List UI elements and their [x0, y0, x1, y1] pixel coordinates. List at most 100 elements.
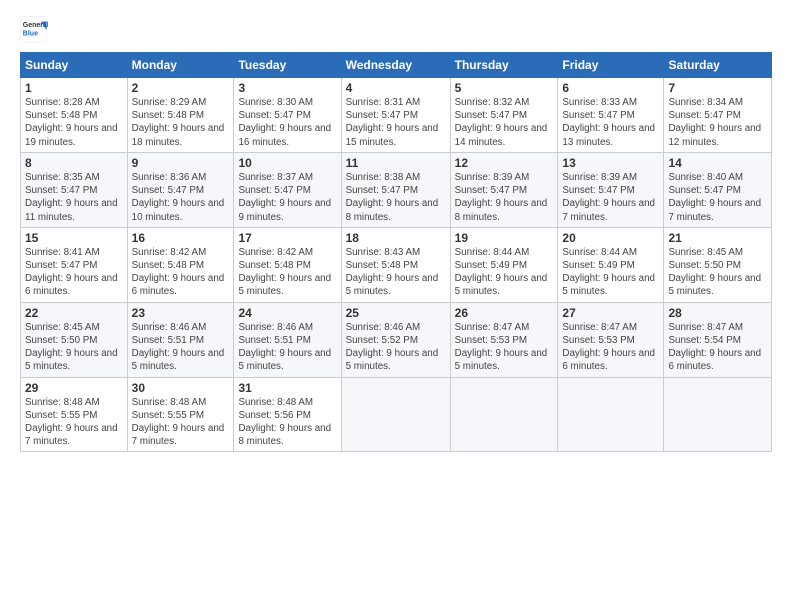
day-info: Sunrise: 8:37 AMSunset: 5:47 PMDaylight:…: [238, 171, 336, 224]
col-wednesday: Wednesday: [341, 53, 450, 78]
day-info: Sunrise: 8:28 AMSunset: 5:48 PMDaylight:…: [25, 96, 123, 149]
table-cell: 10 Sunrise: 8:37 AMSunset: 5:47 PMDaylig…: [234, 152, 341, 227]
table-cell: 8 Sunrise: 8:35 AMSunset: 5:47 PMDayligh…: [21, 152, 128, 227]
day-info: Sunrise: 8:32 AMSunset: 5:47 PMDaylight:…: [455, 96, 554, 149]
table-cell: 3 Sunrise: 8:30 AMSunset: 5:47 PMDayligh…: [234, 78, 341, 153]
table-cell: [664, 377, 772, 452]
day-number: 27: [562, 306, 659, 320]
calendar-table: Sunday Monday Tuesday Wednesday Thursday…: [20, 52, 772, 452]
day-number: 8: [25, 156, 123, 170]
calendar-row: 22 Sunrise: 8:45 AMSunset: 5:50 PMDaylig…: [21, 302, 772, 377]
day-info: Sunrise: 8:47 AMSunset: 5:54 PMDaylight:…: [668, 321, 767, 374]
calendar-row: 1 Sunrise: 8:28 AMSunset: 5:48 PMDayligh…: [21, 78, 772, 153]
table-cell: 31 Sunrise: 8:48 AMSunset: 5:56 PMDaylig…: [234, 377, 341, 452]
table-cell: 9 Sunrise: 8:36 AMSunset: 5:47 PMDayligh…: [127, 152, 234, 227]
table-cell: 28 Sunrise: 8:47 AMSunset: 5:54 PMDaylig…: [664, 302, 772, 377]
day-info: Sunrise: 8:42 AMSunset: 5:48 PMDaylight:…: [238, 246, 336, 299]
day-number: 7: [668, 81, 767, 95]
day-number: 18: [346, 231, 446, 245]
table-cell: [450, 377, 558, 452]
table-cell: 14 Sunrise: 8:40 AMSunset: 5:47 PMDaylig…: [664, 152, 772, 227]
col-thursday: Thursday: [450, 53, 558, 78]
day-info: Sunrise: 8:46 AMSunset: 5:51 PMDaylight:…: [238, 321, 336, 374]
day-info: Sunrise: 8:39 AMSunset: 5:47 PMDaylight:…: [455, 171, 554, 224]
table-cell: 5 Sunrise: 8:32 AMSunset: 5:47 PMDayligh…: [450, 78, 558, 153]
day-info: Sunrise: 8:48 AMSunset: 5:55 PMDaylight:…: [25, 396, 123, 449]
svg-text:Blue: Blue: [23, 31, 38, 38]
day-info: Sunrise: 8:41 AMSunset: 5:47 PMDaylight:…: [25, 246, 123, 299]
day-number: 23: [132, 306, 230, 320]
table-cell: 19 Sunrise: 8:44 AMSunset: 5:49 PMDaylig…: [450, 227, 558, 302]
day-info: Sunrise: 8:30 AMSunset: 5:47 PMDaylight:…: [238, 96, 336, 149]
day-info: Sunrise: 8:33 AMSunset: 5:47 PMDaylight:…: [562, 96, 659, 149]
table-cell: [558, 377, 664, 452]
day-number: 22: [25, 306, 123, 320]
table-cell: 20 Sunrise: 8:44 AMSunset: 5:49 PMDaylig…: [558, 227, 664, 302]
day-info: Sunrise: 8:44 AMSunset: 5:49 PMDaylight:…: [562, 246, 659, 299]
table-cell: 24 Sunrise: 8:46 AMSunset: 5:51 PMDaylig…: [234, 302, 341, 377]
day-info: Sunrise: 8:46 AMSunset: 5:51 PMDaylight:…: [132, 321, 230, 374]
day-info: Sunrise: 8:44 AMSunset: 5:49 PMDaylight:…: [455, 246, 554, 299]
day-info: Sunrise: 8:43 AMSunset: 5:48 PMDaylight:…: [346, 246, 446, 299]
day-info: Sunrise: 8:47 AMSunset: 5:53 PMDaylight:…: [562, 321, 659, 374]
table-cell: 23 Sunrise: 8:46 AMSunset: 5:51 PMDaylig…: [127, 302, 234, 377]
day-info: Sunrise: 8:29 AMSunset: 5:48 PMDaylight:…: [132, 96, 230, 149]
col-sunday: Sunday: [21, 53, 128, 78]
day-number: 28: [668, 306, 767, 320]
day-info: Sunrise: 8:47 AMSunset: 5:53 PMDaylight:…: [455, 321, 554, 374]
day-number: 24: [238, 306, 336, 320]
table-cell: 11 Sunrise: 8:38 AMSunset: 5:47 PMDaylig…: [341, 152, 450, 227]
table-cell: 18 Sunrise: 8:43 AMSunset: 5:48 PMDaylig…: [341, 227, 450, 302]
table-cell: 22 Sunrise: 8:45 AMSunset: 5:50 PMDaylig…: [21, 302, 128, 377]
day-number: 21: [668, 231, 767, 245]
table-cell: [341, 377, 450, 452]
calendar-row: 29 Sunrise: 8:48 AMSunset: 5:55 PMDaylig…: [21, 377, 772, 452]
col-saturday: Saturday: [664, 53, 772, 78]
day-info: Sunrise: 8:38 AMSunset: 5:47 PMDaylight:…: [346, 171, 446, 224]
day-number: 25: [346, 306, 446, 320]
table-cell: 30 Sunrise: 8:48 AMSunset: 5:55 PMDaylig…: [127, 377, 234, 452]
day-info: Sunrise: 8:34 AMSunset: 5:47 PMDaylight:…: [668, 96, 767, 149]
day-number: 31: [238, 381, 336, 395]
day-number: 17: [238, 231, 336, 245]
calendar-row: 8 Sunrise: 8:35 AMSunset: 5:47 PMDayligh…: [21, 152, 772, 227]
day-info: Sunrise: 8:45 AMSunset: 5:50 PMDaylight:…: [25, 321, 123, 374]
table-cell: 17 Sunrise: 8:42 AMSunset: 5:48 PMDaylig…: [234, 227, 341, 302]
table-cell: 7 Sunrise: 8:34 AMSunset: 5:47 PMDayligh…: [664, 78, 772, 153]
day-number: 11: [346, 156, 446, 170]
day-number: 19: [455, 231, 554, 245]
table-cell: 6 Sunrise: 8:33 AMSunset: 5:47 PMDayligh…: [558, 78, 664, 153]
table-cell: 27 Sunrise: 8:47 AMSunset: 5:53 PMDaylig…: [558, 302, 664, 377]
table-cell: 21 Sunrise: 8:45 AMSunset: 5:50 PMDaylig…: [664, 227, 772, 302]
table-cell: 15 Sunrise: 8:41 AMSunset: 5:47 PMDaylig…: [21, 227, 128, 302]
day-number: 29: [25, 381, 123, 395]
day-info: Sunrise: 8:48 AMSunset: 5:56 PMDaylight:…: [238, 396, 336, 449]
calendar-row: 15 Sunrise: 8:41 AMSunset: 5:47 PMDaylig…: [21, 227, 772, 302]
day-number: 10: [238, 156, 336, 170]
table-cell: 13 Sunrise: 8:39 AMSunset: 5:47 PMDaylig…: [558, 152, 664, 227]
header: General Blue: [20, 16, 772, 44]
logo: General Blue: [20, 16, 48, 44]
calendar-header-row: Sunday Monday Tuesday Wednesday Thursday…: [21, 53, 772, 78]
day-info: Sunrise: 8:46 AMSunset: 5:52 PMDaylight:…: [346, 321, 446, 374]
page: General Blue Sunday Monday Tuesday Wedne…: [0, 0, 792, 462]
day-number: 2: [132, 81, 230, 95]
day-number: 3: [238, 81, 336, 95]
table-cell: 2 Sunrise: 8:29 AMSunset: 5:48 PMDayligh…: [127, 78, 234, 153]
day-info: Sunrise: 8:42 AMSunset: 5:48 PMDaylight:…: [132, 246, 230, 299]
day-number: 14: [668, 156, 767, 170]
table-cell: 1 Sunrise: 8:28 AMSunset: 5:48 PMDayligh…: [21, 78, 128, 153]
col-monday: Monday: [127, 53, 234, 78]
day-info: Sunrise: 8:45 AMSunset: 5:50 PMDaylight:…: [668, 246, 767, 299]
day-number: 30: [132, 381, 230, 395]
day-info: Sunrise: 8:39 AMSunset: 5:47 PMDaylight:…: [562, 171, 659, 224]
day-info: Sunrise: 8:40 AMSunset: 5:47 PMDaylight:…: [668, 171, 767, 224]
day-info: Sunrise: 8:48 AMSunset: 5:55 PMDaylight:…: [132, 396, 230, 449]
table-cell: 16 Sunrise: 8:42 AMSunset: 5:48 PMDaylig…: [127, 227, 234, 302]
day-number: 9: [132, 156, 230, 170]
day-number: 6: [562, 81, 659, 95]
col-tuesday: Tuesday: [234, 53, 341, 78]
table-cell: 26 Sunrise: 8:47 AMSunset: 5:53 PMDaylig…: [450, 302, 558, 377]
day-number: 15: [25, 231, 123, 245]
day-number: 4: [346, 81, 446, 95]
